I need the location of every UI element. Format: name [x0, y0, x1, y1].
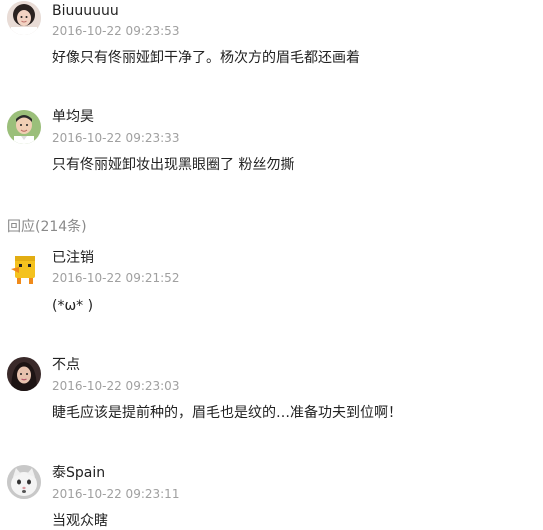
woman-avatar-icon[interactable] [7, 357, 41, 391]
comment-text: 睫毛应该是提前种的，眉毛也是纹的…准备功夫到位啊！ [52, 405, 402, 421]
white-cat-avatar-icon[interactable] [7, 465, 41, 499]
comment-username[interactable]: 单均昊 [52, 108, 94, 126]
comment-timestamp: 2016-10-22 09:21:52 [52, 271, 180, 285]
comment-timestamp: 2016-10-22 09:23:11 [52, 487, 180, 501]
comment-timestamp: 2016-10-22 09:23:53 [52, 24, 180, 38]
yellow-duck-avatar-icon[interactable] [7, 253, 41, 287]
comment-text: 好像只有佟丽娅卸干净了。杨次方的眉毛都还画着 [52, 50, 360, 66]
comment-timestamp: 2016-10-22 09:23:03 [52, 379, 180, 393]
comment-username[interactable]: 泰Spain [52, 464, 105, 482]
girl-avatar-icon[interactable] [7, 1, 41, 35]
man-avatar-icon[interactable] [7, 110, 41, 144]
comment-username[interactable]: 已注销 [52, 249, 94, 267]
comment-timestamp: 2016-10-22 09:23:33 [52, 131, 180, 145]
replies-count-header: 回应(214条) [7, 219, 87, 235]
comment-username[interactable]: 不点 [52, 356, 80, 374]
comment-text: 当观众瞎 [52, 513, 108, 529]
comment-username[interactable]: Biuuuuuu [52, 2, 119, 20]
comment-text: (*ω* ) [52, 298, 94, 314]
comment-text: 只有佟丽娅卸妆出现黑眼圈了 粉丝勿撕 [52, 157, 295, 173]
